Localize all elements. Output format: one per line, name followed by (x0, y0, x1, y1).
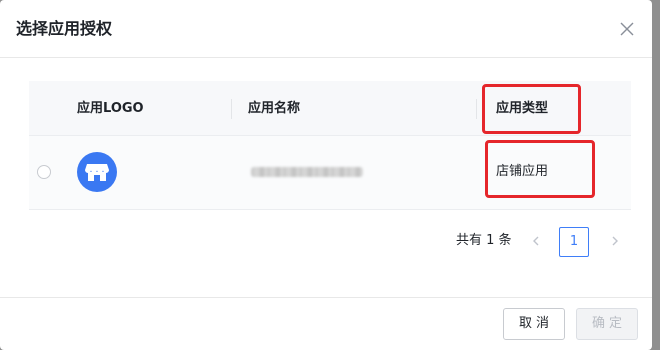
cancel-button[interactable]: 取消 (503, 308, 565, 340)
dialog-title: 选择应用授权 (16, 19, 113, 38)
pagination-page-button[interactable]: 1 (559, 227, 589, 257)
app-name-redacted (251, 167, 363, 177)
column-divider (476, 99, 477, 119)
store-icon (77, 152, 117, 192)
highlight-box-column-header (482, 84, 581, 134)
highlight-box-app-type (485, 140, 595, 198)
close-icon[interactable] (616, 18, 638, 40)
dialog-footer: 取消 确定 (0, 297, 652, 350)
column-divider (231, 99, 232, 119)
pagination-total: 共有 1 条 (456, 233, 512, 248)
row-select-radio[interactable] (37, 165, 51, 179)
app-authorization-dialog: 选择应用授权 应用LOGO 应用名称 应用类型 店铺应用 共有 1 条 1 取消… (0, 0, 652, 350)
column-header-logo: 应用LOGO (77, 101, 144, 116)
chevron-left-icon[interactable] (528, 233, 544, 249)
confirm-button[interactable]: 确定 (576, 308, 638, 340)
dialog-header: 选择应用授权 (0, 0, 652, 58)
chevron-right-icon[interactable] (607, 233, 623, 249)
column-header-name: 应用名称 (248, 101, 301, 116)
